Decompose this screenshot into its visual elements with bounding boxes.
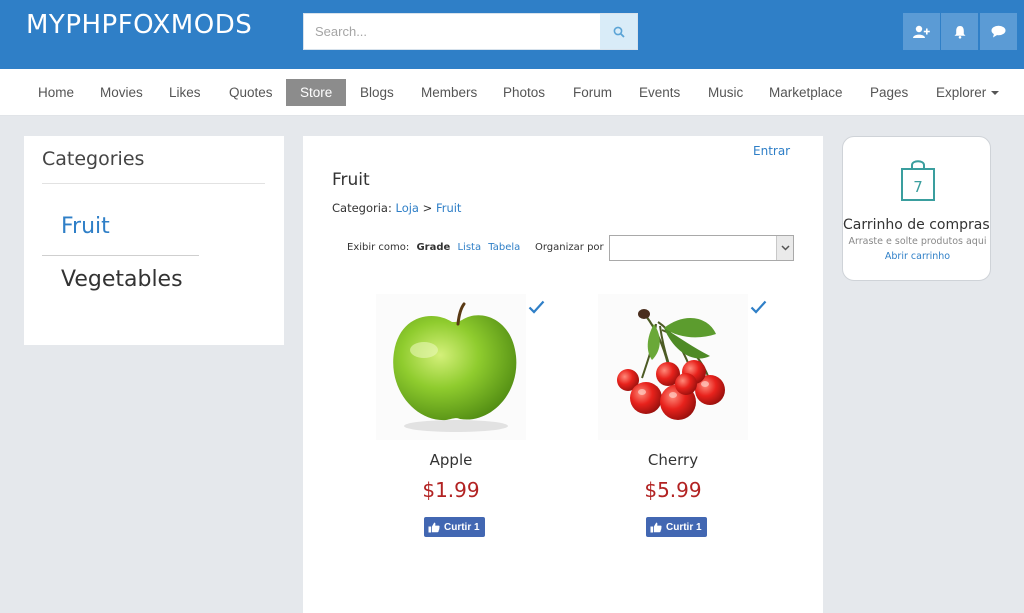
breadcrumb: Categoria: Loja > Fruit (332, 201, 461, 215)
notifications-button[interactable] (941, 13, 978, 50)
divider (42, 255, 199, 256)
nav-item-marketplace[interactable]: Marketplace (769, 69, 843, 116)
like-button-label: Curtir (444, 521, 472, 533)
chevron-down-icon (780, 245, 790, 251)
nav-item-likes[interactable]: Likes (169, 69, 201, 116)
like-button[interactable]: Curtir 1 (646, 517, 707, 537)
login-link[interactable]: Entrar (753, 144, 790, 158)
nav-item-events[interactable]: Events (639, 69, 680, 116)
like-button-label: Curtir (666, 521, 694, 533)
nav-item-blogs[interactable]: Blogs (360, 69, 394, 116)
store-content: Entrar Fruit Categoria: Loja > Fruit Exi… (303, 136, 823, 613)
thumbs-up-icon (428, 522, 440, 532)
thumbs-up-icon (650, 522, 662, 532)
categories-title: Categories (42, 148, 145, 170)
product-card-cherry[interactable]: Cherry $5.99 Curtir 1 (598, 294, 768, 544)
like-count: 1 (696, 521, 702, 533)
like-count: 1 (474, 521, 480, 533)
sort-dropdown-arrow[interactable] (776, 236, 793, 260)
view-list-option[interactable]: Lista (457, 242, 481, 253)
product-price: $5.99 (644, 478, 702, 502)
nav-item-music[interactable]: Music (708, 69, 743, 116)
category-vegetables[interactable]: Vegetables (61, 267, 183, 292)
nav-item-quotes[interactable]: Quotes (229, 69, 273, 116)
breadcrumb-store-link[interactable]: Loja (396, 201, 419, 215)
category-fruit[interactable]: Fruit (61, 214, 110, 239)
add-friend-icon (912, 25, 930, 38)
breadcrumb-current-link[interactable]: Fruit (436, 201, 462, 215)
nav-item-explorer-label: Explorer (936, 85, 987, 100)
nav-item-members[interactable]: Members (421, 69, 477, 116)
nav-item-home[interactable]: Home (38, 69, 74, 116)
product-image[interactable] (376, 294, 526, 440)
page-title: Fruit (332, 170, 370, 190)
product-card-apple[interactable]: Apple $1.99 Curtir 1 (376, 294, 546, 544)
nav-item-photos[interactable]: Photos (503, 69, 545, 116)
messages-button[interactable] (980, 13, 1017, 50)
checkmark-icon[interactable] (750, 300, 767, 314)
view-mode-label: Exibir como: (347, 242, 410, 253)
caret-down-icon (991, 91, 1000, 96)
main-navigation: Home Movies Likes Quotes Store Blogs Mem… (0, 69, 1024, 116)
cart-title: Carrinho de compras (843, 217, 990, 233)
product-name[interactable]: Apple (376, 451, 526, 469)
nav-item-explorer[interactable]: Explorer (936, 69, 1000, 116)
cherry-image (617, 309, 725, 420)
product-price: $1.99 (422, 478, 480, 502)
site-logo[interactable]: MYPHPFOXMODS (26, 10, 252, 40)
top-header: MYPHPFOXMODS (0, 0, 1024, 69)
view-table-option[interactable]: Tabela (488, 242, 520, 253)
shopping-bag-icon: 7 (901, 160, 935, 201)
nav-item-movies[interactable]: Movies (100, 69, 143, 116)
search-button[interactable] (600, 14, 637, 49)
sort-label: Organizar por (535, 242, 604, 253)
nav-item-store[interactable]: Store (286, 79, 347, 106)
view-grid-option[interactable]: Grade (416, 242, 450, 253)
divider (42, 183, 265, 184)
chat-icon (991, 25, 1006, 38)
nav-item-pages[interactable]: Pages (870, 69, 908, 116)
view-mode-bar: Exibir como: Grade Lista Tabela (347, 242, 524, 253)
cart-count: 7 (913, 178, 923, 196)
open-cart-link[interactable]: Abrir carrinho (843, 251, 992, 262)
categories-panel: Categories Fruit Vegetables (24, 136, 284, 345)
search-box (303, 13, 638, 50)
like-button[interactable]: Curtir 1 (424, 517, 485, 537)
cart-hint: Arraste e solte produtos aqui (848, 236, 987, 247)
nav-item-forum[interactable]: Forum (573, 69, 612, 116)
friend-requests-button[interactable] (903, 13, 940, 50)
breadcrumb-separator: > (422, 201, 433, 215)
search-icon (613, 26, 625, 38)
sort-select[interactable] (609, 235, 794, 261)
search-input[interactable] (304, 14, 601, 49)
checkmark-icon[interactable] (528, 300, 545, 314)
product-name[interactable]: Cherry (598, 451, 748, 469)
product-image[interactable] (598, 294, 748, 440)
breadcrumb-prefix: Categoria: (332, 201, 392, 215)
bell-icon (954, 25, 965, 39)
shopping-cart-widget[interactable]: 7 Carrinho de compras Arraste e solte pr… (842, 136, 991, 281)
apple-image (393, 302, 517, 432)
